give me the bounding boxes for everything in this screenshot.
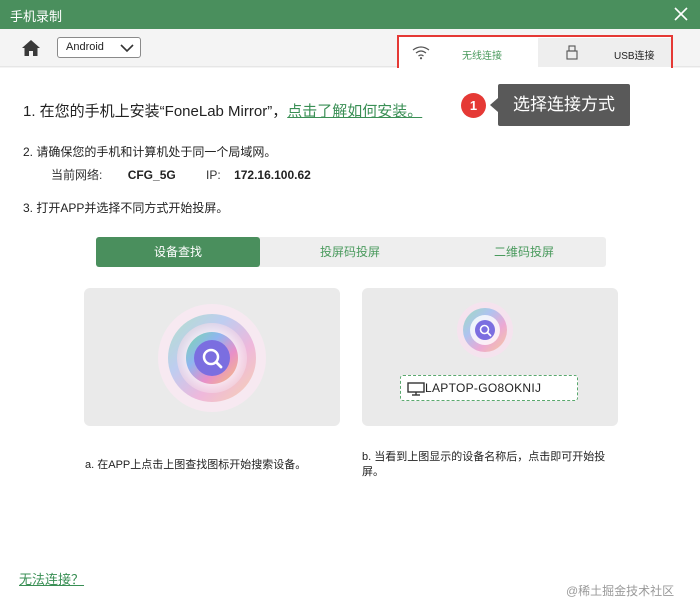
tab-qr-cast[interactable]: 二维码投屏 <box>442 237 606 267</box>
platform-select[interactable]: Android <box>57 37 141 58</box>
step-3: 3. 打开APP并选择不同方式开始投屏。 <box>23 201 229 215</box>
device-search-icon[interactable] <box>156 302 268 414</box>
step-1: 1. 在您的手机上安装“FoneLab Mirror”，点击了解如何安装。 <box>23 100 422 121</box>
tab-code-cast[interactable]: 投屏码投屏 <box>268 237 432 267</box>
annotation-callout: 选择连接方式 <box>490 84 630 126</box>
annotation-badge: 1 <box>461 93 486 118</box>
close-icon[interactable] <box>671 4 691 24</box>
tab-wireless[interactable]: 无线连接 <box>400 38 537 67</box>
device-name: LAPTOP-GO8OKNIJ <box>425 381 542 395</box>
tab-wireless-label: 无线连接 <box>462 51 502 62</box>
tab-usb-label: USB连接 <box>614 51 655 62</box>
ip-value: 172.16.100.62 <box>234 168 311 182</box>
network-label: 当前网络: <box>51 168 103 182</box>
step-1-text: 1. 在您的手机上安装“FoneLab Mirror”， <box>23 103 288 120</box>
install-guide-link[interactable]: 点击了解如何安装。 <box>287 103 422 120</box>
step-2: 2. 请确保您的手机和计算机处于同一个局域网。 <box>23 145 277 159</box>
network-value: CFG_5G <box>127 168 176 182</box>
title-bar: 手机录制 <box>0 0 700 29</box>
window-title: 手机录制 <box>10 9 63 24</box>
found-device-card: LAPTOP-GO8OKNIJ <box>362 288 618 426</box>
found-device-button[interactable]: LAPTOP-GO8OKNIJ <box>400 375 578 401</box>
connection-type-switcher: 无线连接 USB连接 <box>397 35 673 70</box>
connect-instruction: b. 当看到上图显示的设备名称后，点击即可开始投屏。 <box>362 451 606 478</box>
device-found-icon <box>457 302 513 358</box>
search-instruction: a. 在APP上点击上图查找图标开始搜索设备。 <box>85 459 307 471</box>
wifi-icon <box>412 46 430 60</box>
monitor-icon <box>407 382 425 396</box>
usb-icon <box>566 45 578 60</box>
ip-label: IP: <box>206 168 221 182</box>
chevron-down-icon <box>120 44 134 53</box>
cant-connect-link[interactable]: 无法连接？ <box>19 569 84 588</box>
watermark: @稀土掘金技术社区 <box>566 584 675 598</box>
platform-select-value: Android <box>66 41 104 53</box>
network-info: 当前网络: CFG_5G IP: 172.16.100.62 <box>51 166 311 183</box>
search-device-card <box>84 288 340 426</box>
tab-usb[interactable]: USB连接 <box>538 38 671 67</box>
tab-device-search[interactable]: 设备查找 <box>96 237 260 267</box>
home-icon[interactable] <box>21 39 41 57</box>
method-tabs: 设备查找 投屏码投屏 二维码投屏 <box>96 237 606 267</box>
main-panel: 1. 在您的手机上安装“FoneLab Mirror”，点击了解如何安装。 1 … <box>0 68 700 605</box>
